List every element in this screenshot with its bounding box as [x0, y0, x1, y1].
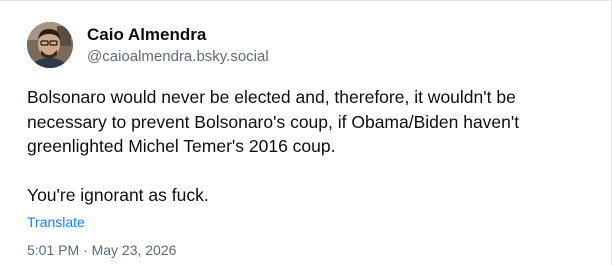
post-card: Caio Almendra @caioalmendra.bsky.social …: [0, 0, 612, 265]
avatar[interactable]: [27, 22, 73, 68]
translate-link[interactable]: Translate: [27, 214, 85, 230]
author-names: Caio Almendra @caioalmendra.bsky.social: [87, 24, 269, 67]
post-text: Bolsonaro would never be elected and, th…: [27, 87, 520, 205]
author-display-name[interactable]: Caio Almendra: [87, 24, 269, 46]
post-timestamp[interactable]: 5:01 PM · May 23, 2026: [27, 242, 176, 258]
author-handle[interactable]: @caioalmendra.bsky.social: [87, 47, 269, 67]
post-header: Caio Almendra @caioalmendra.bsky.social: [27, 21, 269, 69]
avatar-photo-icon: [27, 22, 73, 68]
